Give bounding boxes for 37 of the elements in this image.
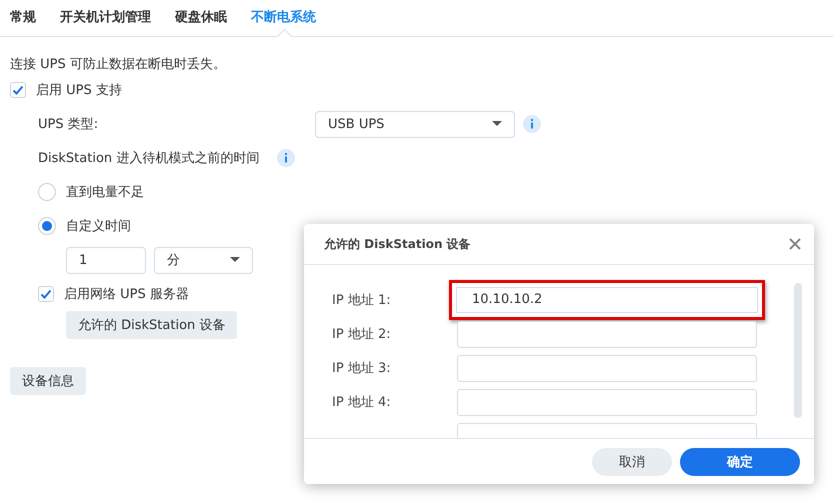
checkbox[interactable] bbox=[38, 286, 54, 302]
scrollbar[interactable] bbox=[794, 283, 802, 418]
time-input[interactable]: 1 bbox=[66, 246, 146, 274]
ip-input[interactable]: 10.10.10.2 bbox=[449, 280, 765, 320]
radio-label: 直到电量不足 bbox=[66, 184, 144, 201]
radio-button[interactable] bbox=[38, 217, 56, 235]
cancel-button[interactable]: 取消 bbox=[592, 448, 672, 476]
tab[interactable]: 开关机计划管理 bbox=[60, 0, 151, 36]
field-label: IP 地址 3: bbox=[332, 361, 391, 376]
close-icon[interactable] bbox=[789, 238, 801, 250]
tab[interactable]: 常规 bbox=[10, 0, 36, 36]
field-label: IP 地址 4: bbox=[332, 395, 391, 410]
ip-input[interactable] bbox=[457, 320, 757, 348]
device-info-button[interactable]: 设备信息 bbox=[10, 367, 86, 395]
tab[interactable]: 不断电系统 bbox=[251, 0, 316, 36]
ip-input[interactable] bbox=[457, 388, 757, 416]
description-text: 连接 UPS 可防止数据在断电时丢失。 bbox=[10, 56, 227, 73]
info-icon[interactable] bbox=[523, 115, 541, 133]
ip-input[interactable] bbox=[457, 354, 757, 382]
info-icon[interactable] bbox=[277, 149, 296, 167]
caret-icon bbox=[492, 121, 502, 127]
checkbox-label: 启用 UPS 支持 bbox=[36, 82, 122, 99]
section-label: DiskStation 进入待机模式之前的时间 bbox=[38, 150, 260, 167]
confirm-button[interactable]: 确定 bbox=[680, 448, 800, 476]
checkbox-label: 启用网络 UPS 服务器 bbox=[64, 286, 189, 303]
caret-icon bbox=[230, 257, 240, 263]
checkbox[interactable] bbox=[10, 82, 26, 98]
field-label: IP 地址 2: bbox=[332, 327, 391, 342]
allowed-devices-button[interactable]: 允许的 DiskStation 设备 bbox=[66, 311, 238, 339]
ups-type-dropdown[interactable]: USB UPS bbox=[315, 110, 515, 138]
dialog-title: 允许的 DiskStation 设备 bbox=[324, 236, 471, 252]
field-label: IP 地址 1: bbox=[332, 293, 391, 308]
radio-button[interactable] bbox=[38, 183, 56, 201]
unit-dropdown[interactable]: 分 bbox=[154, 246, 253, 274]
tab[interactable]: 硬盘休眠 bbox=[175, 0, 227, 36]
field-label: UPS 类型: bbox=[38, 116, 100, 133]
radio-label: 自定义时间 bbox=[66, 218, 131, 235]
